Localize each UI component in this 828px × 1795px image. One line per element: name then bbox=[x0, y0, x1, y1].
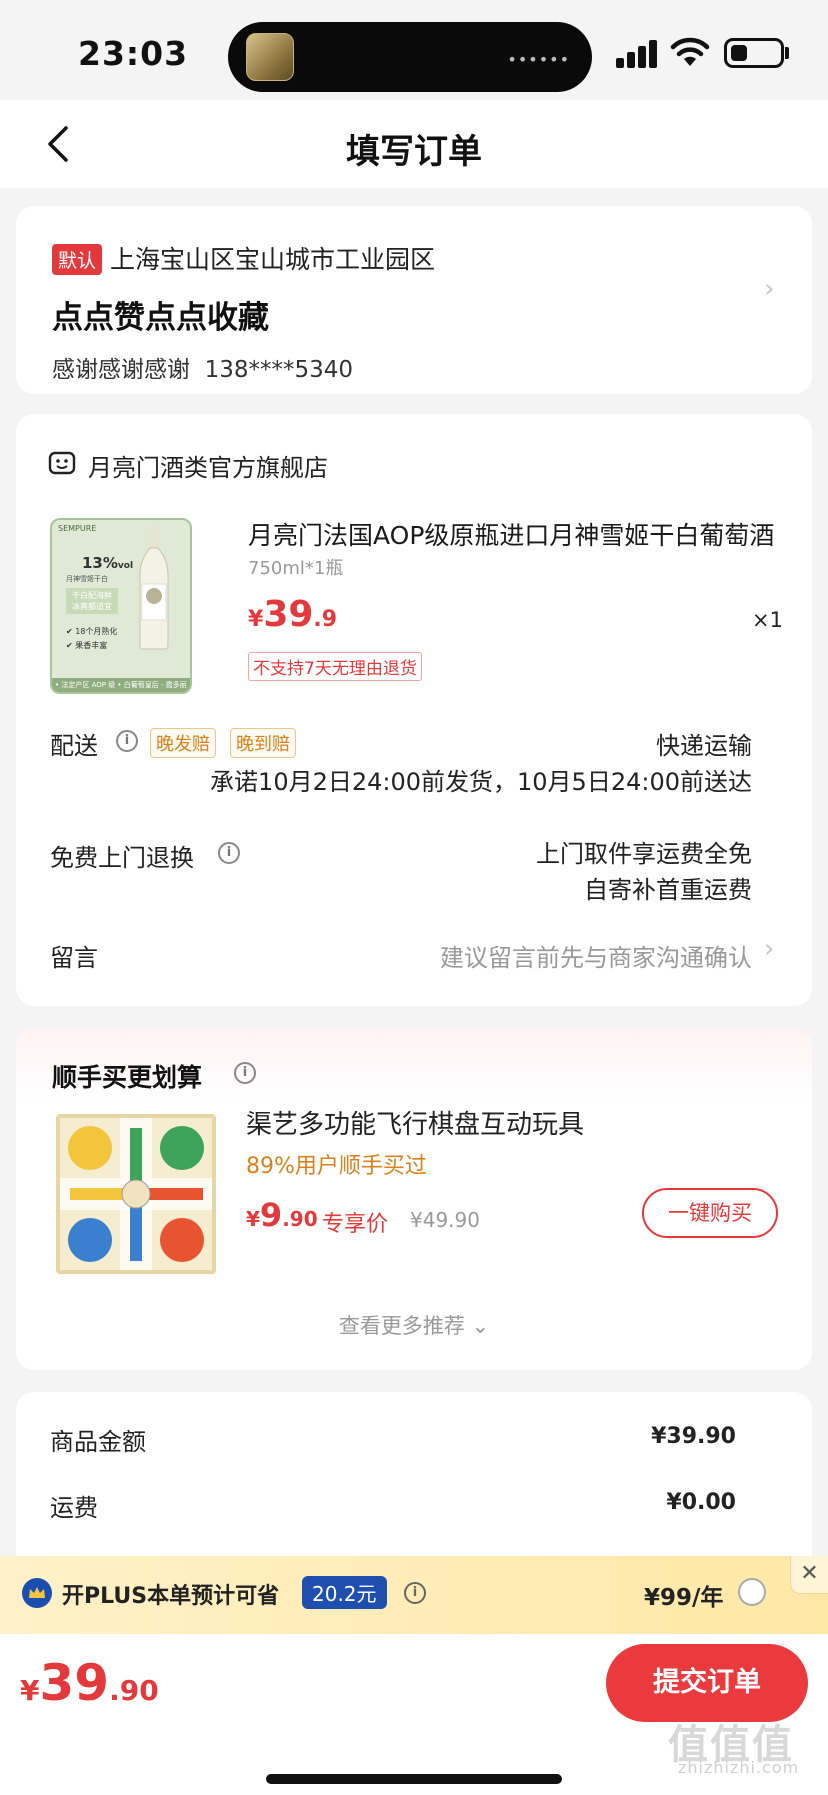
address-region: 上海宝山区宝山城市工业园区 bbox=[110, 245, 436, 274]
address-detail: 点点赞点点收藏 bbox=[52, 300, 269, 336]
plus-select-radio[interactable] bbox=[738, 1578, 766, 1606]
order-total: ¥39.90 bbox=[20, 1654, 159, 1712]
return-info-icon[interactable]: i bbox=[218, 842, 240, 864]
freight-label: 运费 bbox=[50, 1494, 98, 1522]
recommend-price: ¥9.90 bbox=[246, 1196, 318, 1234]
product-image-abv: 13%vol bbox=[82, 554, 134, 572]
product-image-slogan: 干白配海鲜 冰爽都适宜 bbox=[66, 588, 118, 614]
activity-dots-icon: •••••• bbox=[507, 50, 570, 69]
now-playing-thumbnail bbox=[246, 33, 294, 81]
wifi-icon bbox=[670, 37, 710, 66]
recommend-card: 顺手买更划算 i 渠艺多功能飞行棋盘互动玩具 89%用户顺手买过 ¥9.90 专… bbox=[16, 1028, 812, 1370]
page-title: 填写订单 bbox=[346, 132, 482, 172]
freight-value: ¥0.00 bbox=[666, 1490, 736, 1515]
recipient-name: 感谢感谢感谢 bbox=[52, 357, 190, 383]
default-address-badge: 默认 bbox=[52, 244, 103, 275]
address-card[interactable]: 默认 上海宝山区宝山城市工业园区 点点赞点点收藏 感谢感谢感谢 138****5… bbox=[16, 206, 812, 394]
plus-crown-icon bbox=[22, 1578, 52, 1608]
watermark-url: zhizhizhi.com bbox=[678, 1758, 800, 1777]
shop-icon bbox=[48, 451, 76, 475]
message-chevron-icon: › bbox=[764, 934, 775, 964]
address-contact: 感谢感谢感谢 138****5340 bbox=[52, 350, 353, 384]
ludo-board-icon bbox=[60, 1118, 212, 1270]
delivery-promise: 承诺10月2日24:00前发货，10月5日24:00前送达 bbox=[210, 768, 752, 796]
product-image-sub: 月神雪姬干白 bbox=[66, 575, 108, 583]
recipient-phone: 138****5340 bbox=[204, 357, 354, 383]
product-image[interactable]: SEMPURE 13%vol 月神雪姬干白 干白配海鲜 冰爽都适宜 ✔ 18个月熟… bbox=[50, 518, 192, 694]
nav-bar: 填写订单 bbox=[0, 100, 828, 188]
message-input[interactable]: 建议留言前先与商家沟通确认 bbox=[440, 938, 752, 973]
shop-name[interactable]: 月亮门酒类官方旗舰店 bbox=[88, 448, 328, 483]
recommend-original-price: ¥49.90 bbox=[410, 1208, 480, 1232]
no-return-notice: 不支持7天无理由退货 bbox=[248, 652, 422, 681]
product-title[interactable]: 月亮门法国AOP级原瓶进口月神雪姬干白葡萄酒 bbox=[248, 516, 788, 552]
plus-promo-text: 开PLUS本单预计可省 bbox=[62, 1584, 280, 1609]
dynamic-island: •••••• bbox=[228, 22, 592, 92]
battery-icon bbox=[724, 38, 784, 68]
plus-savings-badge: 20.2元 bbox=[302, 1576, 387, 1609]
product-quantity: ×1 bbox=[752, 608, 783, 632]
goods-amount-value: ¥39.90 bbox=[651, 1424, 736, 1449]
home-indicator[interactable] bbox=[266, 1774, 562, 1784]
plus-membership-bar[interactable]: 开PLUS本单预计可省 20.2元 i ¥99/年 ✕ bbox=[0, 1556, 828, 1634]
chevron-right-icon: › bbox=[764, 274, 775, 304]
battery-cap bbox=[785, 47, 789, 59]
product-image-brand: SEMPURE bbox=[58, 524, 97, 533]
recommend-product-name[interactable]: 渠艺多功能飞行棋盘互动玩具 bbox=[246, 1104, 584, 1141]
order-card: 月亮门酒类官方旗舰店 SEMPURE 13%vol 月神雪姬干白 干白配海鲜 冰爽… bbox=[16, 414, 812, 1006]
free-return-label: 免费上门退换 bbox=[50, 844, 194, 872]
recommend-title: 顺手买更划算 bbox=[52, 1063, 203, 1092]
wine-bottle-icon bbox=[139, 526, 169, 650]
product-image-footer: • 法定产区 AOP 级 • 白葡萄皇后 - 霞多丽 bbox=[52, 678, 190, 692]
return-selfship-text: 自寄补首重运费 bbox=[584, 876, 752, 904]
delivery-label: 配送 bbox=[50, 732, 98, 760]
message-label: 留言 bbox=[50, 944, 98, 972]
more-recommendations-link[interactable]: 查看更多推荐 ⌄ bbox=[16, 1310, 812, 1340]
plus-info-icon[interactable]: i bbox=[404, 1582, 426, 1604]
close-icon[interactable]: ✕ bbox=[790, 1556, 828, 1594]
recommend-buy-rate: 89%用户顺手买过 bbox=[246, 1154, 427, 1179]
product-spec: 750ml*1瓶 bbox=[248, 558, 344, 579]
late-arrival-compensation-tag: 晚到赔 bbox=[230, 728, 296, 758]
delivery-method[interactable]: 快递运输 bbox=[656, 726, 752, 761]
product-price: ¥39.9 bbox=[248, 594, 338, 635]
product-image-feature-1: ✔ 18个月熟化 bbox=[66, 627, 118, 636]
plus-annual-price: ¥99/年 bbox=[644, 1585, 724, 1611]
return-pickup-text: 上门取件享运费全免 bbox=[536, 840, 752, 868]
late-ship-compensation-tag: 晚发赔 bbox=[150, 728, 216, 758]
status-time: 23:03 bbox=[78, 34, 189, 73]
delivery-info-icon[interactable]: i bbox=[116, 730, 138, 752]
recommend-product-image[interactable] bbox=[56, 1114, 216, 1274]
cellular-signal-icon bbox=[616, 40, 660, 68]
one-click-buy-button[interactable]: 一键购买 bbox=[642, 1188, 778, 1238]
submit-order-button[interactable]: 提交订单 bbox=[606, 1644, 808, 1722]
exclusive-price-label: 专享价 bbox=[322, 1212, 389, 1237]
recommend-info-icon[interactable]: i bbox=[234, 1062, 256, 1084]
product-image-feature-2: ✔ 果香丰富 bbox=[66, 641, 108, 650]
checkout-footer: ¥39.90 提交订单 值值值 zhizhizhi.com bbox=[0, 1634, 828, 1795]
chevron-down-icon: ⌄ bbox=[471, 1314, 490, 1338]
goods-amount-label: 商品金额 bbox=[50, 1428, 146, 1456]
